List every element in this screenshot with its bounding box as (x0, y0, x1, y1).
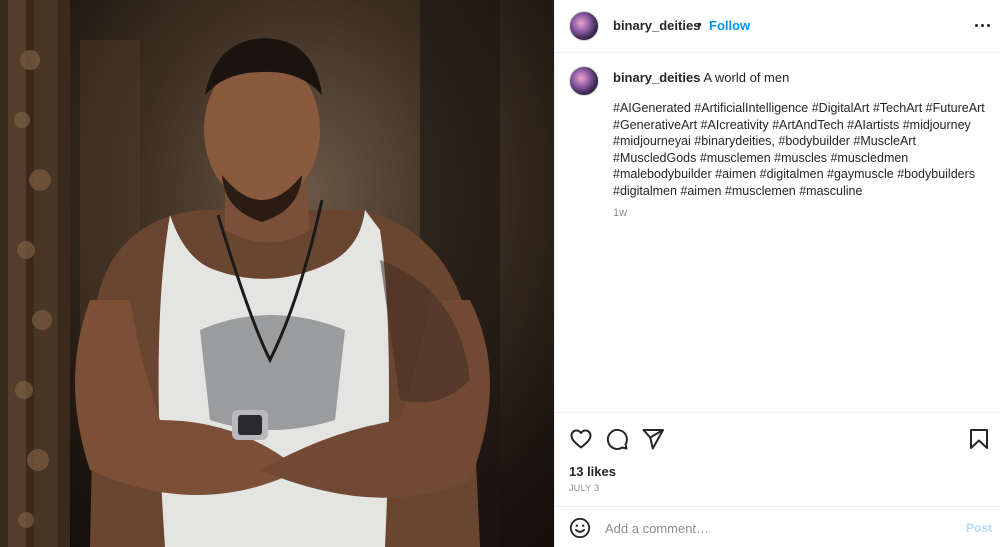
bookmark-icon[interactable] (967, 427, 991, 451)
smiley-icon[interactable] (569, 517, 591, 539)
caption-text: binary_deities A world of men (613, 69, 993, 86)
comment-bar: Post (555, 506, 1000, 547)
paper-plane-icon[interactable] (641, 427, 665, 451)
time-ago: 1w (613, 207, 628, 219)
caption-avatar[interactable] (569, 66, 599, 96)
post-header: binary_deities • Follow (555, 0, 1000, 53)
comment-input[interactable] (605, 517, 945, 539)
comment-bubble-icon[interactable] (605, 427, 629, 451)
more-horizontal-icon[interactable] (971, 14, 993, 36)
username-link[interactable]: binary_deities (613, 18, 700, 33)
man-portrait-image (0, 0, 500, 547)
post-comment-button[interactable]: Post (966, 521, 992, 535)
caption-body: A world of men (703, 70, 790, 85)
avatar[interactable] (569, 11, 599, 41)
separator-dot: • (697, 16, 702, 32)
caption-username[interactable]: binary_deities (613, 70, 700, 85)
likes-count[interactable]: 13 likes (569, 464, 616, 479)
post-modal: binary_deities • Follow binary_deities A… (0, 0, 1000, 547)
post-image[interactable] (0, 0, 554, 547)
follow-button[interactable]: Follow (709, 18, 750, 33)
heart-icon[interactable] (569, 427, 593, 451)
hashtags[interactable]: #AIGenerated #ArtificialIntelligence #Di… (613, 100, 993, 200)
post-details-panel: binary_deities • Follow binary_deities A… (554, 0, 1000, 547)
action-bar (555, 412, 1000, 462)
post-date: JULY 3 (569, 483, 600, 493)
